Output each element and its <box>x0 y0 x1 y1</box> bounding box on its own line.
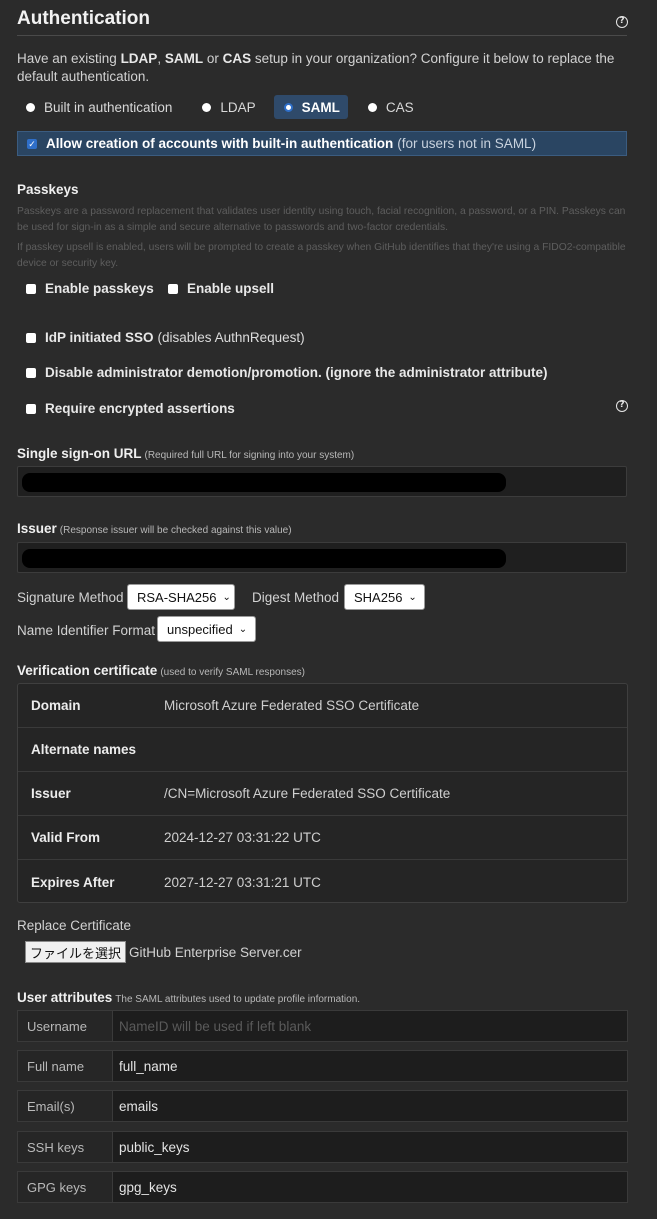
attribute-row-ssh-keys: SSH keys public_keys <box>17 1131 628 1163</box>
replace-certificate-label: Replace Certificate <box>17 918 132 933</box>
disable-admin-checkbox[interactable] <box>26 367 36 378</box>
require-encrypted-option[interactable]: Require encrypted assertions <box>26 401 235 416</box>
radio-icon <box>367 102 377 112</box>
attribute-row-username: Username NameID will be used if left bla… <box>17 1010 628 1042</box>
table-row: Issuer/CN=Microsoft Azure Federated SSO … <box>18 772 627 816</box>
gpg-keys-attribute-input[interactable]: gpg_keys <box>112 1171 628 1203</box>
auth-method-radio-group: Built in authentication LDAP SAML CAS <box>17 95 422 119</box>
name-id-format-select[interactable]: unspecified ⌄ <box>157 616 256 642</box>
choose-file-button[interactable]: ファイルを選択 <box>25 941 127 963</box>
selected-file-name: GitHub Enterprise Server.cer <box>129 945 302 960</box>
intro-text: Have an existing LDAP, SAML or CAS setup… <box>17 51 615 84</box>
chevron-down-icon: ⌄ <box>408 591 417 603</box>
question-circle-icon[interactable]: ? <box>616 16 628 28</box>
emails-attribute-input[interactable]: emails <box>112 1090 628 1122</box>
page-title: Authentication <box>17 8 150 29</box>
table-row: Expires After 2027-12-27 03:31:21 UTC <box>31 874 321 890</box>
radio-icon <box>26 102 35 112</box>
user-attributes-label: User attributes The SAML attributes used … <box>17 990 361 1005</box>
name-id-format-label: Name Identifier Format <box>17 623 156 638</box>
allow-creation-checkbox[interactable]: ✓ <box>27 138 37 149</box>
ssh-keys-attribute-input[interactable]: public_keys <box>112 1131 628 1163</box>
radio-built-in[interactable]: Built in authentication <box>17 95 180 119</box>
table-row: Alternate names <box>18 728 627 772</box>
attribute-row-emails: Email(s) emails <box>17 1090 628 1122</box>
username-attribute-input[interactable]: NameID will be used if left blank <box>112 1010 628 1042</box>
radio-saml[interactable]: SAML <box>273 95 348 119</box>
enable-upsell-checkbox[interactable] <box>168 283 178 294</box>
idp-sso-option[interactable]: IdP initiated SSO (disables AuthnRequest) <box>26 330 305 345</box>
sso-url-input[interactable] <box>17 466 627 497</box>
require-encrypted-checkbox[interactable] <box>26 403 36 414</box>
attribute-row-gpg-keys: GPG keys gpg_keys <box>17 1171 628 1203</box>
radio-cas[interactable]: CAS <box>358 95 422 119</box>
chevron-down-icon: ⌄ <box>238 623 248 635</box>
certificate-table: Domain Microsoft Azure Federated SSO Cert… <box>17 683 628 903</box>
radio-selected-icon <box>283 102 293 112</box>
enable-upsell-option[interactable]: Enable upsell <box>168 281 274 296</box>
table-row: Valid From 2024-12-27 03:31:22 UTC <box>18 816 627 860</box>
redacted-value <box>22 473 506 492</box>
radio-icon <box>202 102 212 112</box>
question-circle-icon[interactable]: ? <box>616 400 628 412</box>
title-divider <box>17 35 627 36</box>
digest-method-select[interactable]: SHA256 ⌄ <box>344 584 425 610</box>
issuer-input[interactable] <box>17 542 627 573</box>
passkeys-upsell-description: If passkey upsell is enabled, users will… <box>17 242 626 269</box>
table-row: Domain Microsoft Azure Federated SSO Cert… <box>18 684 627 728</box>
allow-creation-banner: ✓ Allow creation of accounts with built-… <box>17 131 627 156</box>
full-name-attribute-input[interactable]: full_name <box>112 1050 628 1082</box>
enable-passkeys-option[interactable]: Enable passkeys <box>26 281 154 296</box>
disable-admin-option[interactable]: Disable administrator demotion/promotion… <box>26 365 548 380</box>
idp-sso-checkbox[interactable] <box>26 332 36 343</box>
redacted-value <box>22 549 506 568</box>
passkeys-description: Passkeys are a password replacement that… <box>17 206 626 233</box>
enable-passkeys-checkbox[interactable] <box>26 283 36 294</box>
passkeys-heading: Passkeys <box>17 182 79 197</box>
verification-certificate-label: Verification certificate (used to verify … <box>17 663 305 678</box>
attribute-row-full-name: Full name full_name <box>17 1050 628 1082</box>
chevron-down-icon: ⌄ <box>222 591 231 603</box>
issuer-label: Issuer (Response issuer will be checked a… <box>17 521 292 536</box>
sso-url-label: Single sign-on URL (Required full URL for… <box>17 446 355 461</box>
radio-ldap[interactable]: LDAP <box>192 95 263 119</box>
signature-method-select[interactable]: RSA-SHA256 ⌄ <box>127 584 235 610</box>
signature-method-label: Signature Method <box>17 590 124 605</box>
digest-method-label: Digest Method <box>252 590 340 605</box>
